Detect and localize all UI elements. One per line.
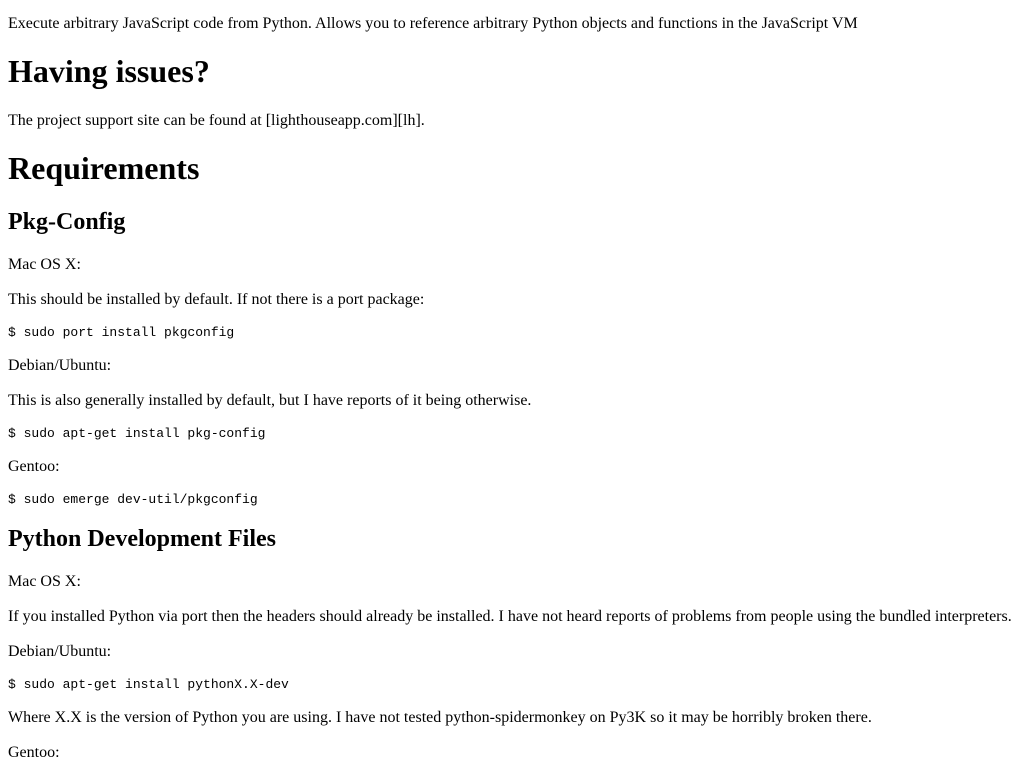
requirements-heading: Requirements	[8, 150, 200, 186]
python-dev-mac-label: Mac OS X:	[8, 573, 81, 590]
having-issues-heading: Having issues?	[8, 53, 210, 89]
pkg-config-mac-command: $ sudo port install pkgconfig	[8, 325, 235, 340]
python-dev-files-heading: Python Development Files	[8, 526, 276, 552]
python-dev-mac-text: If you installed Python via port then th…	[8, 608, 1012, 625]
python-dev-version-note: Where X.X is the version of Python you a…	[8, 709, 872, 726]
pkg-config-heading: Pkg-Config	[8, 209, 126, 235]
pkg-config-mac-label: Mac OS X:	[8, 256, 81, 273]
pkg-config-mac-text: This should be installed by default. If …	[8, 291, 425, 308]
pkg-config-debian-label: Debian/Ubuntu:	[8, 357, 112, 374]
support-site-paragraph: The project support site can be found at…	[8, 112, 425, 129]
python-dev-gentoo-label: Gentoo:	[8, 744, 60, 761]
pkg-config-debian-command: $ sudo apt-get install pkg-config	[8, 426, 266, 441]
intro-paragraph: Execute arbitrary JavaScript code from P…	[8, 15, 858, 32]
pkg-config-gentoo-command: $ sudo emerge dev-util/pkgconfig	[8, 492, 258, 507]
document-body: Execute arbitrary JavaScript code from P…	[0, 14, 1024, 762]
pkg-config-gentoo-label: Gentoo:	[8, 458, 60, 475]
pkg-config-debian-text: This is also generally installed by defa…	[8, 392, 532, 409]
python-dev-debian-label: Debian/Ubuntu:	[8, 643, 112, 660]
python-dev-debian-command: $ sudo apt-get install pythonX.X-dev	[8, 677, 289, 692]
